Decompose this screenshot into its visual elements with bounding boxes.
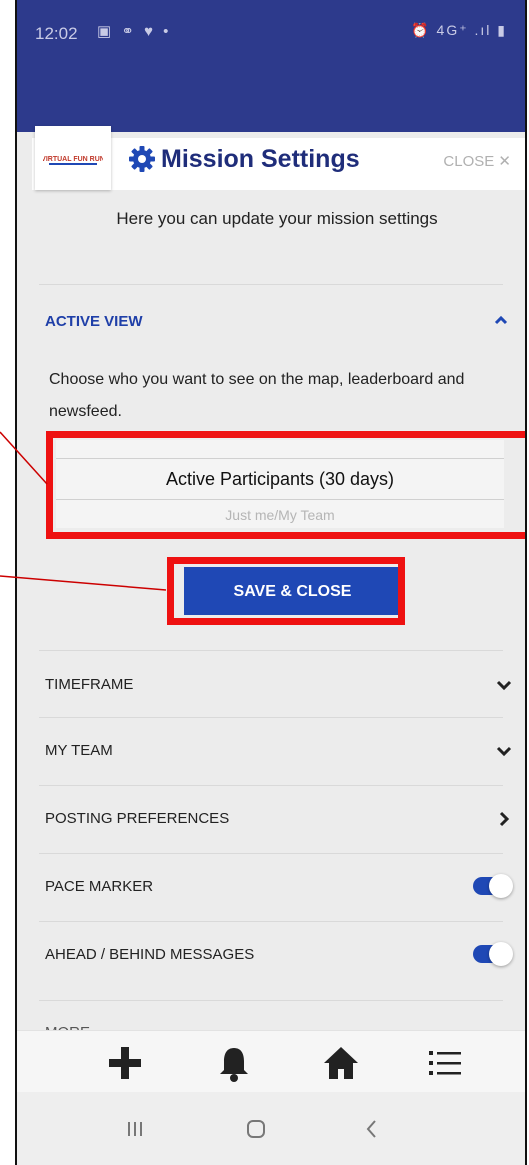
- annotation-lines: [0, 431, 167, 591]
